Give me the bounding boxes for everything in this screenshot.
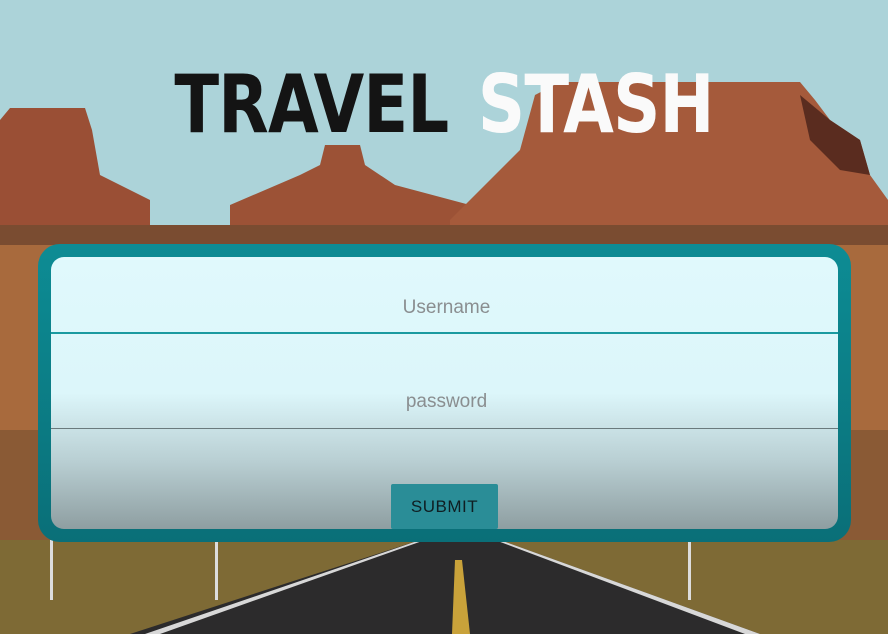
password-input[interactable] [51, 381, 838, 423]
title-word-stash: STASH [477, 58, 715, 151]
username-underline [51, 332, 838, 334]
login-form: SUBMIT [51, 257, 838, 529]
login-panel: SUBMIT [38, 244, 851, 542]
app-title: TRAVEL STASH [80, 58, 808, 151]
username-input[interactable] [51, 287, 838, 329]
submit-button[interactable]: SUBMIT [391, 484, 498, 529]
password-underline [51, 428, 838, 429]
title-word-travel: TRAVEL [174, 58, 449, 151]
